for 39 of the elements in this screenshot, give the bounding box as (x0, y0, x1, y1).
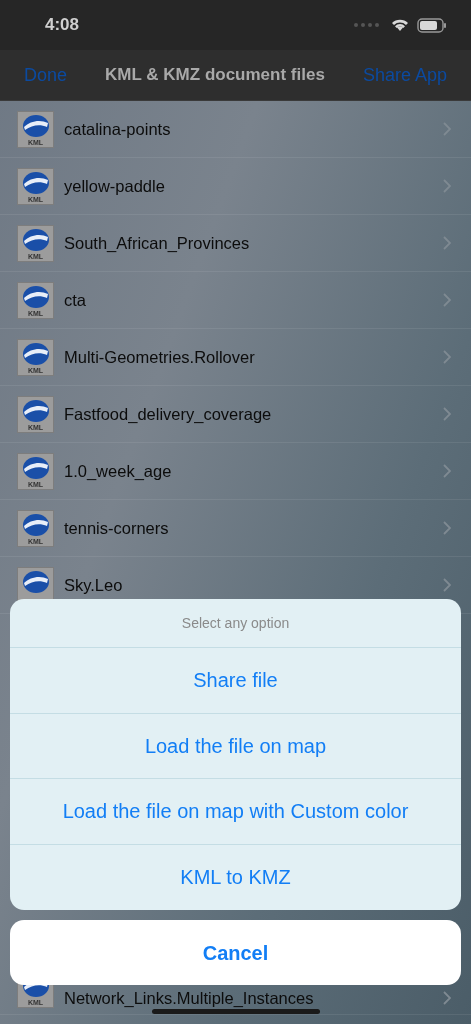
file-name: yellow-paddle (64, 175, 166, 197)
file-name: 1.0_week_age (64, 460, 173, 482)
chevron-icon (443, 991, 451, 1005)
globe-icon (21, 398, 51, 423)
sheet-option[interactable]: Share file (10, 648, 461, 714)
chevron-icon (443, 122, 451, 136)
sheet-title: Select any option (10, 599, 461, 648)
globe-icon (21, 512, 51, 537)
globe-icon (21, 113, 51, 138)
chevron-icon (443, 521, 451, 535)
cancel-button[interactable]: Cancel (10, 920, 461, 985)
chevron-icon (443, 236, 451, 250)
file-name: Network_Links.Multiple_Instances (64, 989, 315, 1008)
chevron-icon (443, 578, 451, 592)
globe-icon (21, 569, 51, 594)
file-name: tennis-corners (64, 517, 170, 539)
nav-title: KML & KMZ document files (105, 64, 325, 87)
battery-icon (417, 17, 447, 33)
sheet-option[interactable]: KML to KMZ (10, 844, 461, 910)
globe-icon (21, 170, 51, 195)
status-time: 4:08 (45, 14, 80, 37)
file-name: catalina-points (64, 118, 172, 140)
globe-icon (21, 455, 51, 480)
sheet-option[interactable]: Load the file on map (10, 713, 461, 779)
chevron-icon (443, 464, 451, 478)
chevron-icon (443, 179, 451, 193)
chevron-icon (443, 407, 451, 421)
chevron-icon (443, 350, 451, 364)
globe-icon (21, 227, 51, 252)
globe-icon (21, 341, 51, 366)
file-name: Multi-Geometries.Rollover (64, 346, 256, 368)
chevron-icon (443, 293, 451, 307)
file-name: Fastfood_delivery_coverage (64, 403, 273, 425)
file-name: cta (64, 289, 87, 311)
sheet-option[interactable]: Load the file on map with Custom color (10, 779, 461, 845)
file-name: South_African_Provinces (64, 232, 251, 254)
globe-icon (21, 284, 51, 309)
file-name: Sky.Leo (64, 574, 124, 596)
wifi-icon (391, 18, 409, 32)
